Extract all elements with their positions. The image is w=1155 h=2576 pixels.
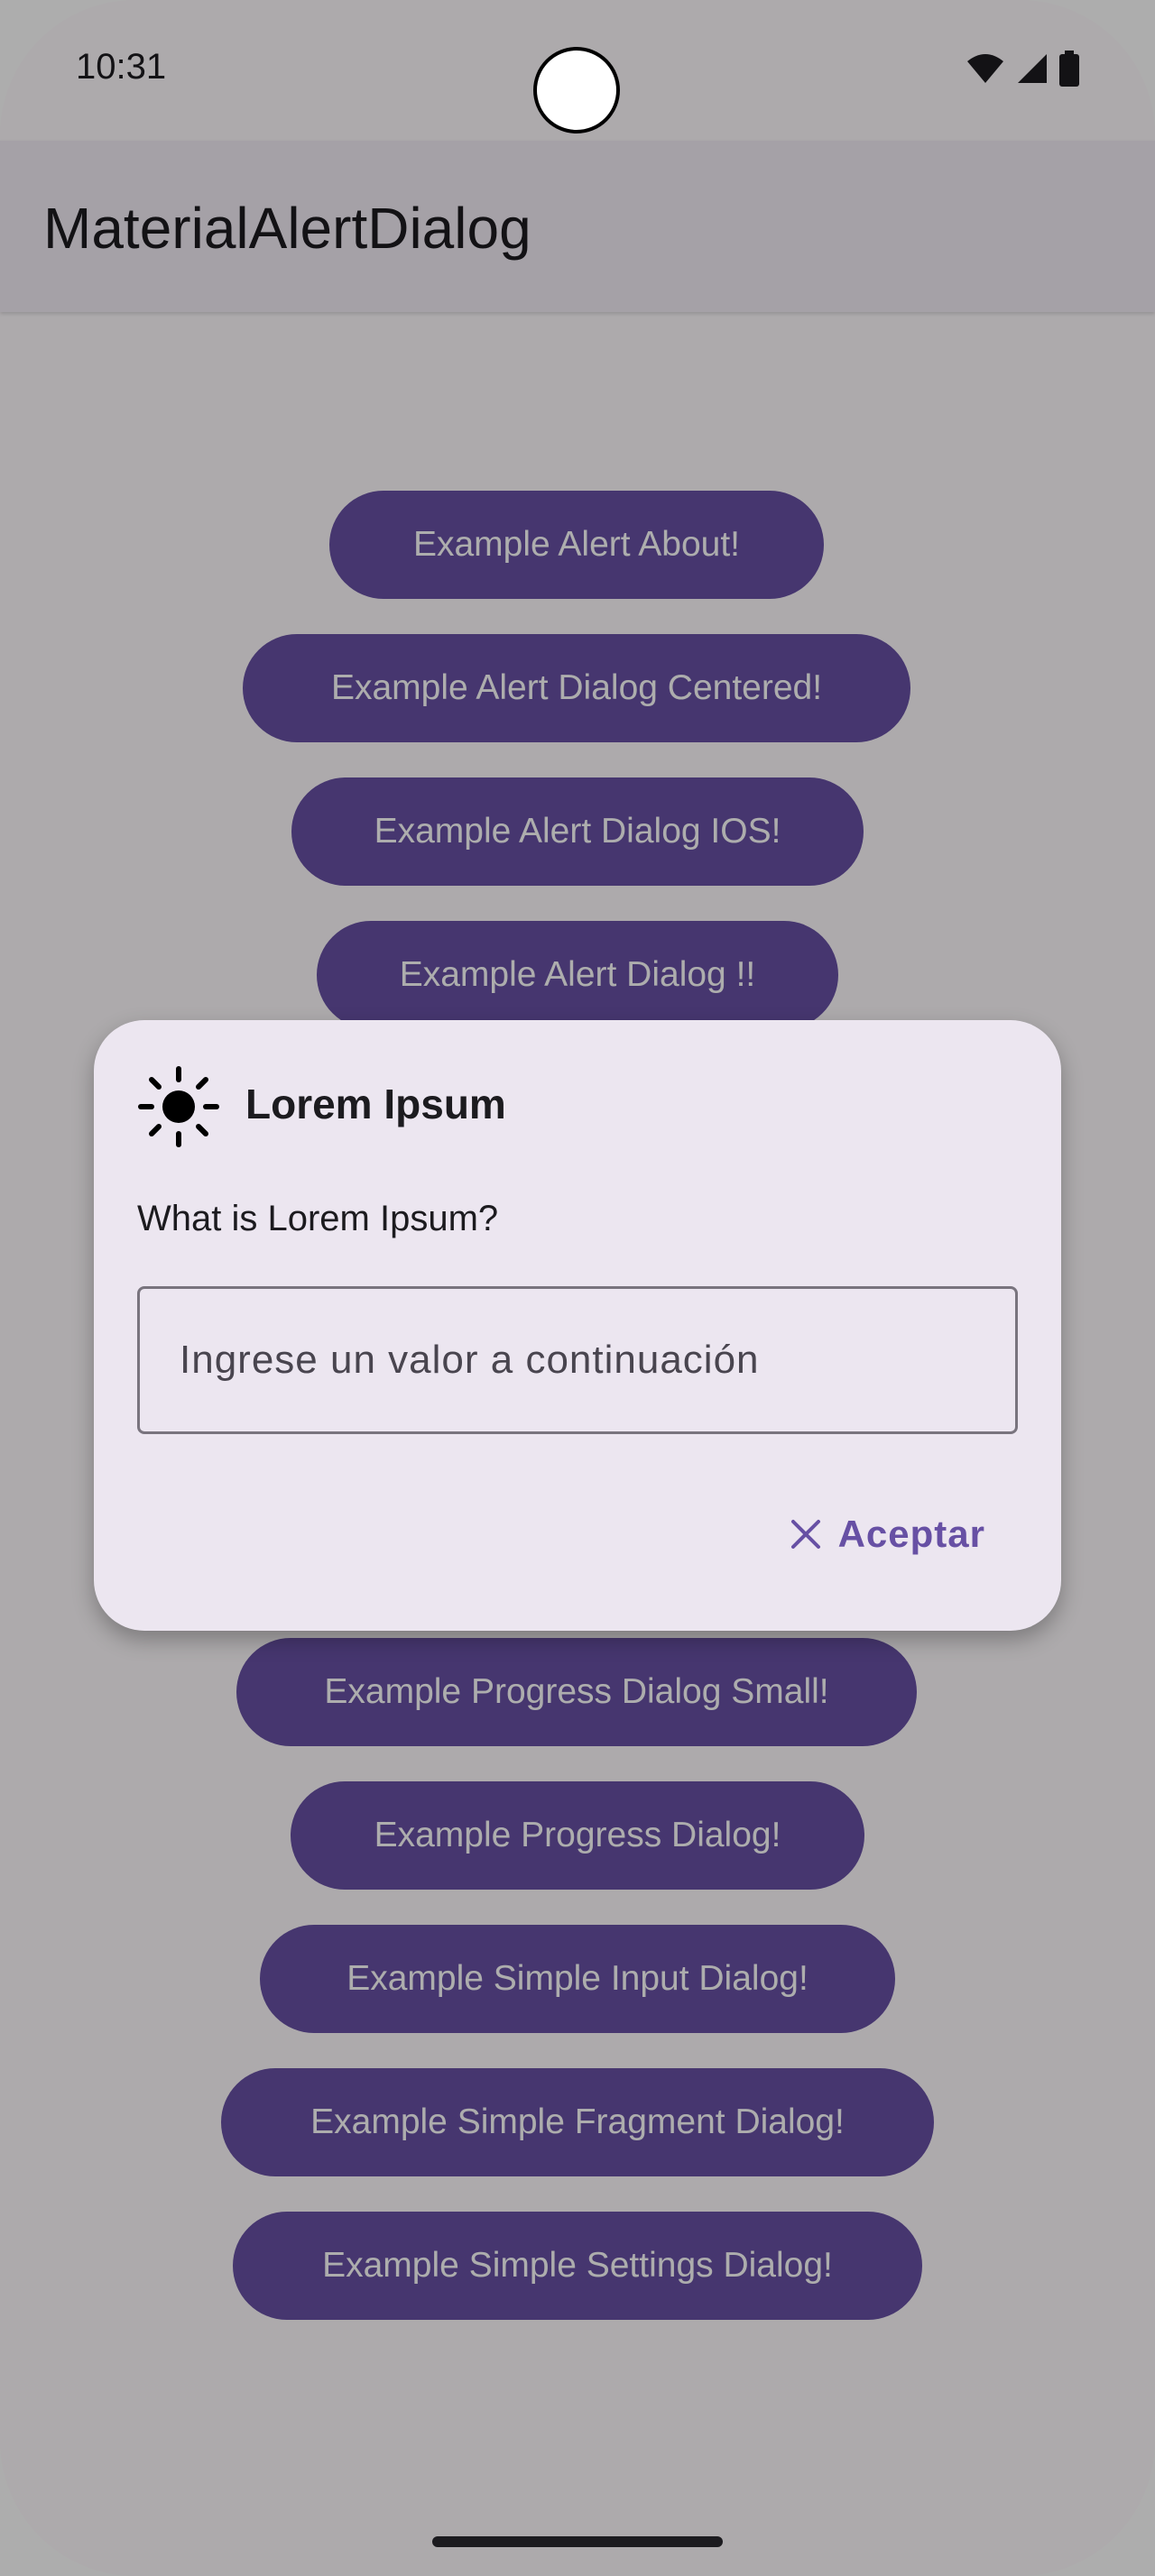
camera-cutout	[533, 47, 620, 133]
accept-button[interactable]: Aceptar	[790, 1498, 985, 1570]
alert-dialog: Lorem Ipsum What is Lorem Ipsum? Aceptar	[94, 1020, 1061, 1631]
dialog-text-input[interactable]	[137, 1286, 1018, 1434]
dialog-title: Lorem Ipsum	[245, 1081, 506, 1127]
gesture-nav-handle[interactable]	[432, 2536, 723, 2547]
sun-icon	[138, 1066, 219, 1147]
accept-button-label: Aceptar	[837, 1513, 985, 1555]
close-icon	[790, 1520, 820, 1549]
dialog-message: What is Lorem Ipsum?	[137, 1199, 499, 1238]
